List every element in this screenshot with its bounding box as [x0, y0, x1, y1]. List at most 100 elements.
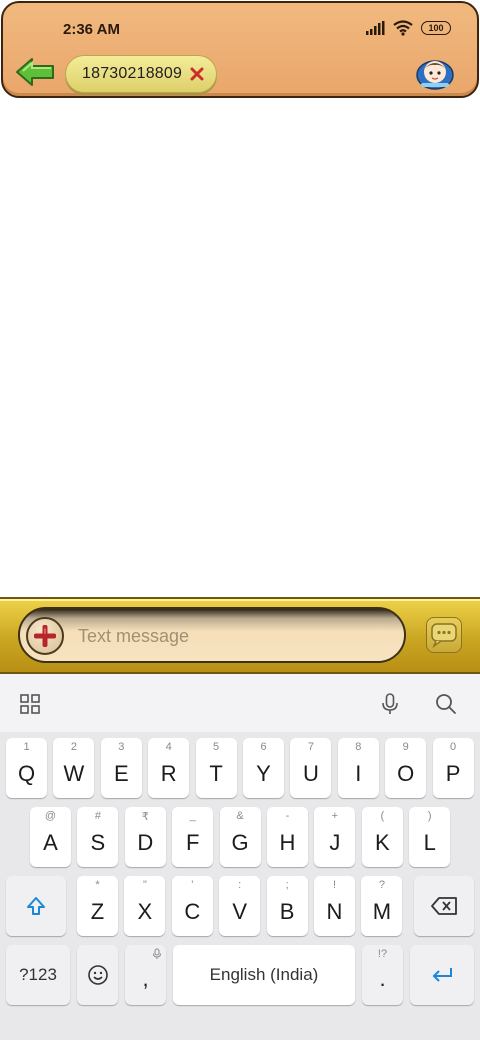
key-hint: ?: [378, 879, 385, 891]
key-hint: ': [191, 879, 194, 891]
key-label: B: [279, 899, 295, 924]
key-label: O: [397, 761, 415, 786]
search-icon[interactable]: [434, 692, 458, 716]
back-button[interactable]: [15, 55, 57, 89]
shift-arrow-icon: [27, 897, 45, 915]
key-z[interactable]: * Z: [77, 876, 118, 936]
key-a[interactable]: @ A: [30, 807, 71, 867]
status-time: 2:36 AM: [63, 21, 120, 38]
key-x[interactable]: " X: [124, 876, 166, 936]
key-hint: 8: [355, 741, 362, 753]
key-l[interactable]: ) L: [409, 807, 451, 867]
on-screen-keyboard: 1 Q 2 W 3 E 4 R 5 T 6 Y 7 U 8 I 9 O 0 P @ A # S ₹ D _ F & G - H + J(K) L * Z…: [0, 674, 480, 1040]
remove-recipient-icon[interactable]: [190, 67, 204, 81]
battery-level: 100: [428, 23, 444, 33]
comma-key[interactable]: ,: [125, 945, 166, 1005]
backspace-key[interactable]: [414, 876, 474, 936]
emoji-key[interactable]: [77, 945, 118, 1005]
message-bubble-icon: [431, 623, 457, 648]
key-d[interactable]: ₹ D: [124, 807, 166, 867]
signal-icon: [366, 21, 385, 35]
shift-key[interactable]: [6, 876, 66, 936]
key-label: E: [113, 761, 129, 786]
recipient-number: 18730218809: [82, 65, 183, 82]
key-t[interactable]: 5T: [195, 738, 237, 798]
key-hint: 2: [70, 741, 77, 753]
key-hint: ): [427, 810, 432, 822]
key-s[interactable]: # S: [77, 807, 119, 867]
key-h[interactable]: -H: [267, 807, 308, 867]
key-label: J: [329, 830, 341, 855]
key-hint: 9: [402, 741, 409, 753]
key-label: R: [160, 761, 177, 786]
key-g[interactable]: & G: [219, 807, 261, 867]
key-label: I: [355, 761, 362, 786]
key-p[interactable]: 0P: [432, 738, 474, 798]
space-key[interactable]: English (India): [173, 945, 355, 1005]
key-hint: 5: [213, 741, 220, 753]
key-hint: 4: [165, 741, 172, 753]
key-label: Q: [17, 761, 36, 786]
key-hint: 1: [23, 741, 30, 753]
key-hint: 3: [118, 741, 125, 753]
symbols-key[interactable]: ?123: [6, 945, 70, 1005]
key-label: M: [372, 899, 392, 924]
key-label: T: [209, 761, 223, 786]
send-button[interactable]: [426, 617, 462, 653]
key-k[interactable]: (K: [361, 807, 403, 867]
key-label: K: [374, 830, 390, 855]
app-header: 2:36 AM 100 18730218809: [1, 1, 479, 98]
emoji-icon: [87, 965, 108, 985]
recipient-chip[interactable]: 18730218809: [65, 55, 217, 93]
key-n[interactable]: ! N: [314, 876, 355, 936]
period-key-label: .: [379, 966, 386, 991]
key-label: G: [231, 830, 249, 855]
key-hint: +: [331, 810, 339, 822]
key-j[interactable]: + J: [314, 807, 356, 867]
mic-hint-icon: [153, 948, 161, 959]
key-e[interactable]: 3E: [100, 738, 142, 798]
key-label: H: [279, 830, 296, 855]
key-f[interactable]: _ F: [172, 807, 214, 867]
backspace-icon: [431, 897, 457, 915]
key-m[interactable]: ? M: [361, 876, 403, 936]
key-y[interactable]: 6Y: [243, 738, 284, 798]
key-hint: #: [94, 810, 101, 822]
key-hint: ": [142, 879, 147, 891]
key-label: Z: [90, 899, 105, 924]
enter-key[interactable]: [410, 945, 474, 1005]
key-v[interactable]: :V: [219, 876, 261, 936]
space-key-label: English (India): [209, 965, 319, 984]
back-arrow-icon: [16, 58, 54, 86]
key-label: V: [232, 899, 248, 924]
apps-grid-icon[interactable]: [18, 692, 42, 716]
status-icons: 100: [365, 20, 451, 36]
symbols-key-label: ?123: [19, 965, 57, 984]
plus-icon: [34, 625, 56, 647]
key-b[interactable]: ; B: [266, 876, 308, 936]
message-input[interactable]: [78, 623, 378, 649]
key-hint: @: [44, 810, 57, 822]
key-hint: &: [236, 810, 244, 822]
key-hint: ;: [285, 879, 289, 891]
wifi-icon: [393, 20, 413, 36]
period-key[interactable]: !? .: [362, 945, 403, 1005]
add-attachment-button[interactable]: [26, 617, 64, 655]
key-u[interactable]: 7U: [290, 738, 332, 798]
key-hint: 6: [260, 741, 267, 753]
contact-avatar[interactable]: [415, 55, 455, 91]
key-hint: ₹: [141, 811, 149, 823]
key-w[interactable]: 2W: [53, 738, 95, 798]
key-c[interactable]: ' C: [171, 876, 213, 936]
key-label: D: [137, 830, 154, 855]
key-o[interactable]: 9O: [385, 738, 427, 798]
keyboard-toolbar: [0, 674, 480, 732]
battery-icon: 100: [421, 21, 451, 35]
microphone-icon[interactable]: [378, 692, 402, 716]
key-q[interactable]: 1Q: [6, 738, 47, 798]
key-r[interactable]: 4R: [148, 738, 190, 798]
key-label: C: [184, 899, 201, 924]
key-label: N: [326, 899, 343, 924]
key-hint: (: [380, 810, 385, 822]
key-i[interactable]: 8I: [337, 738, 379, 798]
